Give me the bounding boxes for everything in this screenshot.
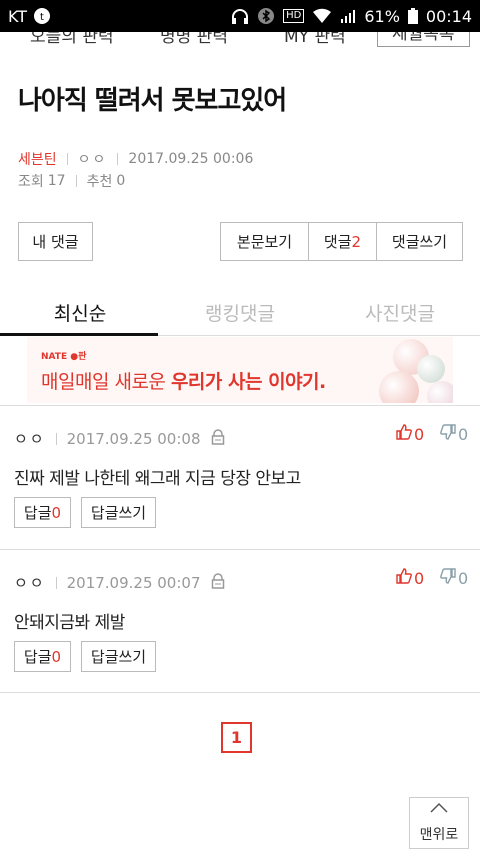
- topnav-item-list[interactable]: 세월목록: [377, 32, 470, 47]
- topnav-item-my[interactable]: MY 판력: [284, 32, 346, 47]
- battery-level: 61%: [364, 6, 400, 26]
- banner-brand: NATE ●판: [41, 352, 87, 362]
- tab-latest[interactable]: 최신순: [0, 289, 160, 336]
- thumbs-up-icon: [396, 424, 412, 444]
- upvote-count: 0: [414, 424, 425, 444]
- upvote-button[interactable]: 0: [396, 568, 424, 588]
- banner-decoration: [379, 371, 419, 403]
- recommend-count: 0: [116, 173, 126, 189]
- write-comment-button[interactable]: 댓글쓰기: [377, 223, 462, 260]
- carrier-label: KT: [8, 6, 28, 26]
- divider: [0, 692, 480, 693]
- post-stats: 조회 17 추천 0: [18, 171, 125, 191]
- post-date: 2017.09.25 00:06: [128, 151, 254, 167]
- divider: [55, 576, 57, 589]
- banner-decoration: [417, 355, 445, 383]
- topnav-item-famous[interactable]: 명명 판력: [160, 32, 228, 47]
- back-to-top-button[interactable]: 맨위로: [409, 797, 469, 849]
- views-label: 조회: [18, 174, 44, 190]
- comment-author: ㅇㅇ: [14, 430, 46, 448]
- top-nav: 오늘의 판력 명명 판력 MY 판력 세월목록: [0, 32, 480, 48]
- write-reply-button[interactable]: 답글쓰기: [81, 497, 156, 528]
- divider: [66, 153, 68, 165]
- headphones-icon: [231, 8, 249, 24]
- reply-label: 답글: [23, 648, 52, 666]
- post-meta: 세븐틴 ㅇㅇ 2017.09.25 00:06: [18, 149, 253, 169]
- comment-text: 진짜 제발 나한테 왜그래 지금 당장 안보고: [14, 469, 301, 489]
- comment-date: 2017.09.25 00:08: [66, 429, 201, 448]
- clock: 00:14: [425, 6, 472, 26]
- thumbs-down-icon: [440, 568, 456, 588]
- upvote-count: 0: [414, 568, 425, 588]
- topnav-item-today[interactable]: 오늘의 판력: [30, 32, 114, 47]
- thumbs-down-icon: [440, 424, 456, 444]
- reply-label: 답글: [23, 504, 52, 522]
- status-bar: KT t HD 61% 00:14: [0, 0, 480, 32]
- comments-label: 댓글: [323, 233, 352, 251]
- thumbs-up-icon: [396, 568, 412, 588]
- wifi-icon: [312, 8, 332, 24]
- banner-ad[interactable]: NATE ●판 매일매일 새로운 우리가 사는 이야기.: [27, 337, 453, 403]
- comments-count: 2: [351, 232, 362, 251]
- divider: [117, 153, 119, 165]
- views-count: 17: [47, 173, 66, 189]
- page-1-button[interactable]: 1: [221, 722, 252, 753]
- divider: [75, 175, 77, 187]
- signal-icon: [340, 8, 356, 24]
- banner-text-normal: 매일매일 새로운: [41, 371, 171, 393]
- banner-text: 매일매일 새로운 우리가 사는 이야기.: [41, 367, 326, 394]
- reply-button[interactable]: 답글 0: [14, 497, 71, 528]
- banner-decoration: [427, 381, 453, 403]
- downvote-count: 0: [458, 424, 469, 444]
- comment-meta: ㅇㅇ 2017.09.25 00:07: [14, 572, 225, 593]
- chevron-up-icon: [429, 802, 449, 818]
- hd-icon: HD: [283, 9, 305, 23]
- post-title: 나아직 떨려서 못보고있어: [18, 86, 287, 116]
- bluetooth-icon: [257, 7, 275, 25]
- upvote-button[interactable]: 0: [396, 424, 424, 444]
- reply-count: 0: [51, 647, 62, 666]
- battery-icon: [407, 8, 418, 24]
- tab-photo[interactable]: 사진댓글: [320, 289, 480, 335]
- post-author: ㅇㅇ: [77, 152, 108, 168]
- comment-text: 안돼지금봐 제발: [14, 613, 125, 633]
- comment-meta: ㅇㅇ 2017.09.25 00:08: [14, 428, 225, 449]
- post-category[interactable]: 세븐틴: [18, 149, 57, 169]
- downvote-button[interactable]: 0: [440, 568, 468, 588]
- my-comments-button[interactable]: 내 댓글: [18, 222, 93, 261]
- lock-icon: [211, 428, 225, 449]
- banner-text-bold: 우리가 사는 이야기.: [170, 371, 326, 393]
- comments-button[interactable]: 댓글 2: [309, 223, 377, 260]
- divider: [55, 432, 57, 445]
- reply-button[interactable]: 답글 0: [14, 641, 71, 672]
- downvote-button[interactable]: 0: [440, 424, 468, 444]
- kakao-talk-icon: t: [33, 7, 51, 25]
- comment-author: ㅇㅇ: [14, 574, 46, 592]
- comment-tabs: 최신순 랭킹댓글 사진댓글: [0, 289, 480, 336]
- write-reply-button[interactable]: 답글쓰기: [81, 641, 156, 672]
- view-body-button[interactable]: 본문보기: [221, 223, 309, 260]
- comment-date: 2017.09.25 00:07: [66, 573, 201, 592]
- back-to-top-label: 맨위로: [419, 827, 459, 843]
- divider: [0, 549, 480, 550]
- recommend-label: 추천: [86, 174, 113, 190]
- svg-text:t: t: [40, 12, 44, 23]
- reply-count: 0: [51, 503, 62, 522]
- post-actions: 본문보기 댓글 2 댓글쓰기: [220, 222, 463, 261]
- tab-ranking[interactable]: 랭킹댓글: [160, 289, 320, 335]
- divider: [0, 405, 480, 406]
- lock-icon: [211, 572, 225, 593]
- downvote-count: 0: [458, 568, 469, 588]
